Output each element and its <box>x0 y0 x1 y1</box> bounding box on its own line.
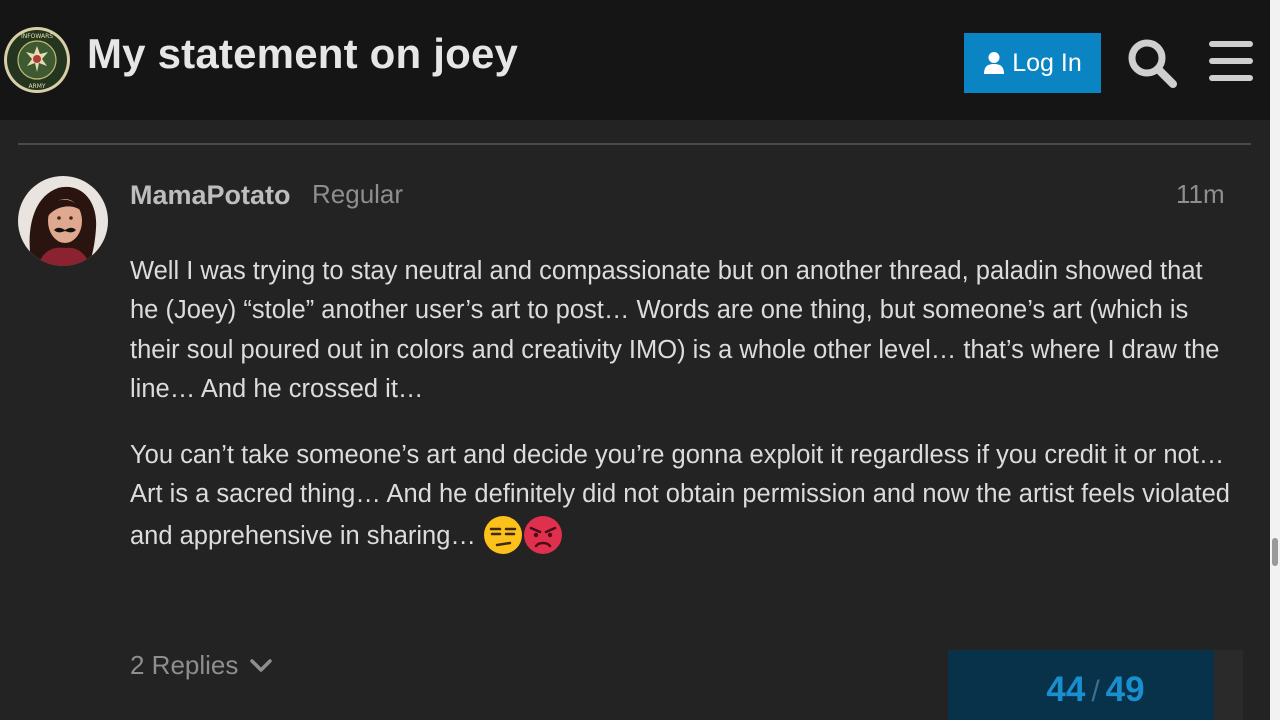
search-icon[interactable] <box>1126 37 1178 89</box>
post-body: Well I was trying to stay neutral and co… <box>130 252 1230 583</box>
progress-text: 44/49 <box>948 670 1243 710</box>
show-replies-button[interactable]: 2 Replies <box>130 650 273 681</box>
hamburger-menu-icon[interactable] <box>1208 40 1254 82</box>
progress-separator: / <box>1091 675 1100 708</box>
post-date[interactable]: 11m <box>1176 179 1225 210</box>
post-paragraph: Well I was trying to stay neutral and co… <box>130 257 1220 403</box>
replies-label: 2 Replies <box>130 650 239 680</box>
progress-current: 44 <box>1046 670 1086 709</box>
unamused-emoji-icon <box>483 515 523 555</box>
topic-divider <box>18 143 1251 145</box>
login-button[interactable]: Log In <box>964 33 1101 93</box>
user-title: Regular <box>312 179 404 209</box>
post-paragraph-text: You can’t take someone’s art and decide … <box>130 441 1230 550</box>
page-scrollbar[interactable] <box>1270 0 1280 720</box>
post-paragraph: You can’t take someone’s art and decide … <box>130 436 1230 556</box>
rage-emoji-icon <box>523 515 563 555</box>
user-avatar[interactable] <box>18 176 108 266</box>
logo-text-bottom: ARMY <box>28 83 45 90</box>
scrollbar-thumb[interactable] <box>1272 538 1278 566</box>
topic-title[interactable]: My statement on joey <box>87 30 518 78</box>
post-username[interactable]: MamaPotato <box>130 180 291 211</box>
logo-text-top: INFOWARS <box>21 33 53 40</box>
topic-progress[interactable]: 44/49 <box>948 650 1243 720</box>
login-label: Log In <box>1012 48 1082 77</box>
user-icon <box>984 52 1005 74</box>
chevron-down-icon <box>250 658 273 672</box>
topic-page: INFOWARS ARMY My statement on joey Log I… <box>0 0 1280 720</box>
army-seal-logo[interactable]: INFOWARS ARMY <box>3 26 71 94</box>
site-header: INFOWARS ARMY My statement on joey Log I… <box>0 0 1270 120</box>
progress-total: 49 <box>1105 670 1145 709</box>
